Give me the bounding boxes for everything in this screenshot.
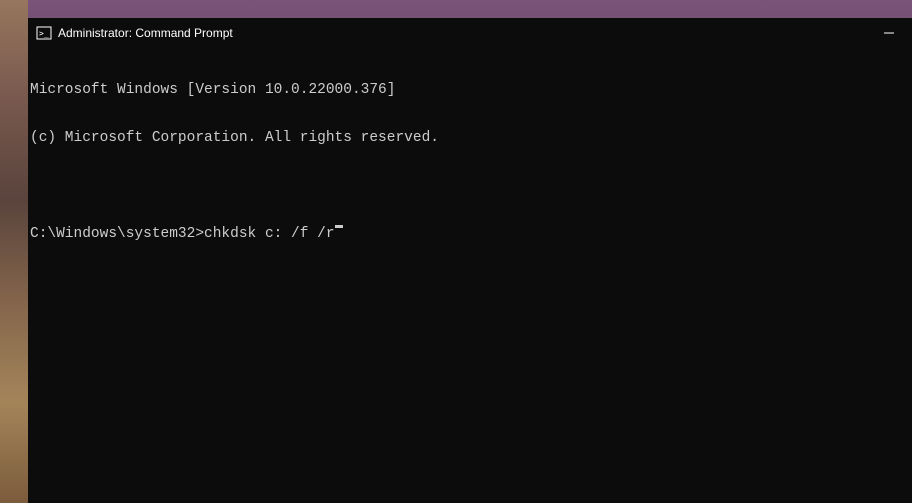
minimize-button[interactable] (866, 18, 912, 48)
prompt-path: C:\Windows\system32> (30, 226, 204, 242)
command-prompt-window: >_ Administrator: Command Prompt Microso… (28, 18, 912, 503)
command-prompt-icon: >_ (36, 25, 52, 41)
svg-text:>_: >_ (39, 29, 49, 38)
window-titlebar[interactable]: >_ Administrator: Command Prompt (28, 18, 912, 48)
window-title: Administrator: Command Prompt (58, 26, 233, 40)
text-cursor (335, 225, 343, 228)
blank-line (30, 178, 910, 194)
window-controls (866, 18, 912, 48)
terminal-output[interactable]: Microsoft Windows [Version 10.0.22000.37… (28, 48, 912, 503)
typed-command: chkdsk c: /f /r (204, 226, 335, 242)
version-line: Microsoft Windows [Version 10.0.22000.37… (30, 82, 910, 98)
prompt-line: C:\Windows\system32>chkdsk c: /f /r (30, 226, 910, 242)
copyright-line: (c) Microsoft Corporation. All rights re… (30, 130, 910, 146)
